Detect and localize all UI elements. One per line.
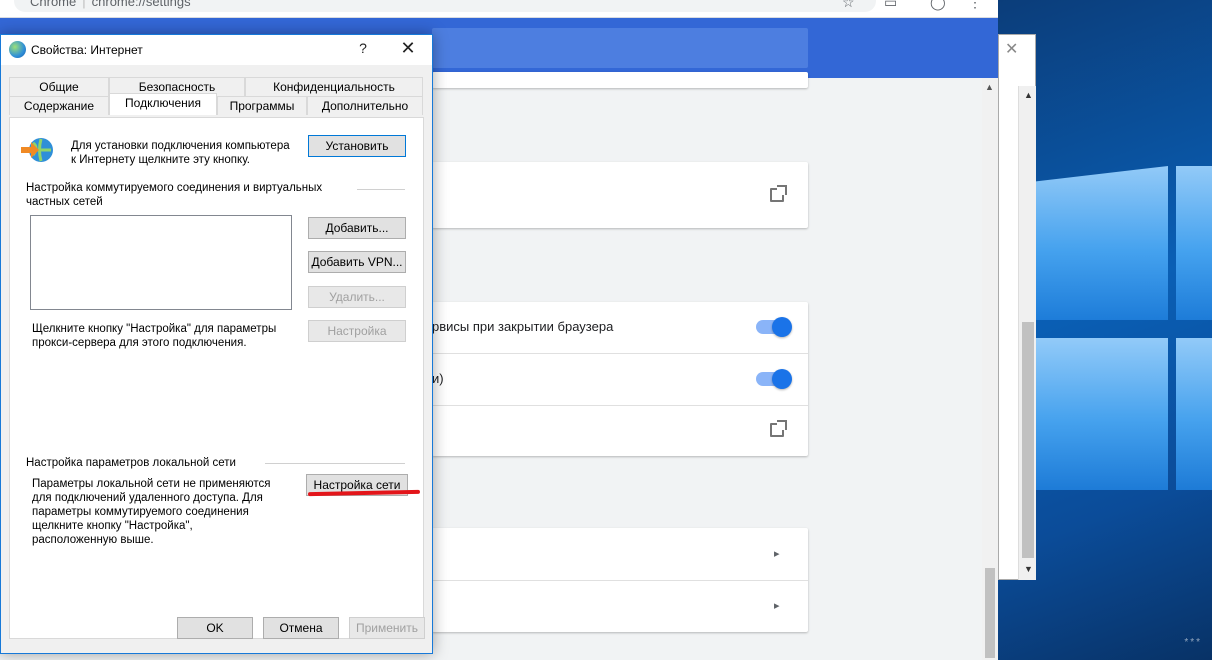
hardware-acceleration-label: и): [432, 371, 444, 386]
tab-advanced[interactable]: Дополнительно: [307, 96, 423, 115]
lan-description-line3: параметры коммутируемого соединения: [32, 506, 249, 518]
dialog-title: Свойства: Интернет: [31, 43, 143, 57]
tab-general[interactable]: Общие: [9, 77, 109, 96]
logo-pane: [1176, 166, 1212, 320]
proxy-hint-line2: прокси-сервера для этого подключения.: [32, 337, 247, 349]
lan-description-line2: для подключений удаленного доступа. Для: [32, 492, 263, 504]
lan-description-line4: щелкните кнопку "Настройка",: [32, 520, 193, 532]
connection-wizard-icon: [21, 138, 53, 162]
setup-description-line2: к Интернету щелкните эту кнопку.: [71, 154, 250, 166]
dialup-group-label-line2: частных сетей: [26, 196, 103, 208]
connection-settings-button[interactable]: Настройка: [308, 320, 406, 342]
toggle-knob: [772, 317, 792, 337]
chevron-right-icon[interactable]: ▸: [774, 599, 780, 612]
watermark: ***: [1184, 637, 1202, 648]
add-connection-button[interactable]: Добавить...: [308, 217, 406, 239]
windows-logo-icon: [1036, 166, 1212, 572]
scroll-thumb[interactable]: [1022, 322, 1034, 558]
background-apps-toggle[interactable]: [756, 317, 792, 337]
ok-button[interactable]: OK: [177, 617, 253, 639]
extension-icon[interactable]: ▭: [884, 0, 897, 11]
proxy-hint-line1: Щелкните кнопку "Настройка" для параметр…: [32, 323, 277, 335]
scroll-down-icon[interactable]: ▼: [1024, 564, 1033, 574]
settings-card-system: рвисы при закрытии браузера и): [432, 302, 808, 456]
setup-button[interactable]: Установить: [308, 135, 406, 157]
row-divider: [432, 353, 808, 354]
hardware-acceleration-toggle[interactable]: [756, 369, 792, 389]
account-icon[interactable]: ◯: [930, 0, 946, 11]
cancel-button[interactable]: Отмена: [263, 617, 339, 639]
toggle-knob: [772, 369, 792, 389]
settings-search[interactable]: [432, 28, 808, 68]
dialup-group-label-line1: Настройка коммутируемого соединения и ви…: [26, 182, 323, 194]
help-button[interactable]: ?: [353, 40, 373, 56]
remove-button[interactable]: Удалить...: [308, 286, 406, 308]
tab-content[interactable]: Содержание: [9, 96, 109, 115]
logo-pane: [1036, 338, 1168, 490]
dialog-titlebar[interactable]: Свойства: Интернет ? ✕: [1, 35, 432, 65]
dialup-connections-list[interactable]: [30, 215, 292, 310]
internet-globe-icon: [9, 41, 26, 58]
open-proxy-settings-icon[interactable]: [770, 420, 787, 437]
internet-properties-dialog: Свойства: Интернет ? ✕ Общие Безопасност…: [0, 34, 433, 654]
add-vpn-button[interactable]: Добавить VPN...: [308, 251, 406, 273]
setup-description-line1: Для установки подключения компьютера: [71, 140, 290, 152]
address-url: chrome://settings: [91, 0, 191, 9]
continue-background-apps-label: рвисы при закрытии браузера: [432, 319, 614, 334]
page-scrollbar[interactable]: ▲: [982, 78, 998, 660]
background-dialog-scrollbar[interactable]: ▲ ▼: [1018, 86, 1036, 580]
dialog-body: Общие Безопасность Конфиденциальность Со…: [1, 65, 432, 653]
settings-card-link[interactable]: [432, 162, 808, 228]
scroll-thumb[interactable]: [985, 568, 995, 658]
group-separator: [357, 189, 405, 190]
browser-toolbar: Chrome | chrome://settings ☆ ▭ ◯ ⋮: [0, 0, 998, 18]
lan-description-line1: Параметры локальной сети не применяются: [32, 478, 271, 490]
menu-icon[interactable]: ⋮: [968, 0, 982, 11]
address-site-label: Chrome: [30, 0, 77, 9]
lan-group-label: Настройка параметров локальной сети: [26, 457, 236, 469]
address-bar[interactable]: Chrome | chrome://settings: [14, 0, 876, 12]
row-divider: [432, 405, 808, 406]
lan-description-line5: расположенную выше.: [32, 534, 154, 546]
tab-privacy[interactable]: Конфиденциальность: [245, 77, 423, 96]
chevron-right-icon[interactable]: ▸: [774, 547, 780, 560]
apply-button[interactable]: Применить: [349, 617, 425, 639]
scroll-up-icon[interactable]: ▲: [1024, 90, 1033, 100]
address-separator: |: [82, 0, 86, 9]
settings-card-reset: ▸ ▸: [432, 528, 808, 632]
scroll-up-icon[interactable]: ▲: [985, 82, 994, 92]
bookmark-star-icon[interactable]: ☆: [842, 0, 855, 11]
row-divider: [432, 580, 808, 581]
open-external-icon[interactable]: [770, 185, 787, 202]
close-icon[interactable]: ✕: [1005, 39, 1018, 59]
settings-card-top: [432, 72, 808, 88]
logo-pane: [1176, 338, 1212, 490]
close-button[interactable]: ✕: [397, 38, 419, 59]
tab-connections[interactable]: Подключения: [109, 93, 217, 115]
group-separator: [265, 463, 405, 464]
tab-programs[interactable]: Программы: [217, 96, 307, 115]
logo-pane: [1036, 166, 1168, 320]
